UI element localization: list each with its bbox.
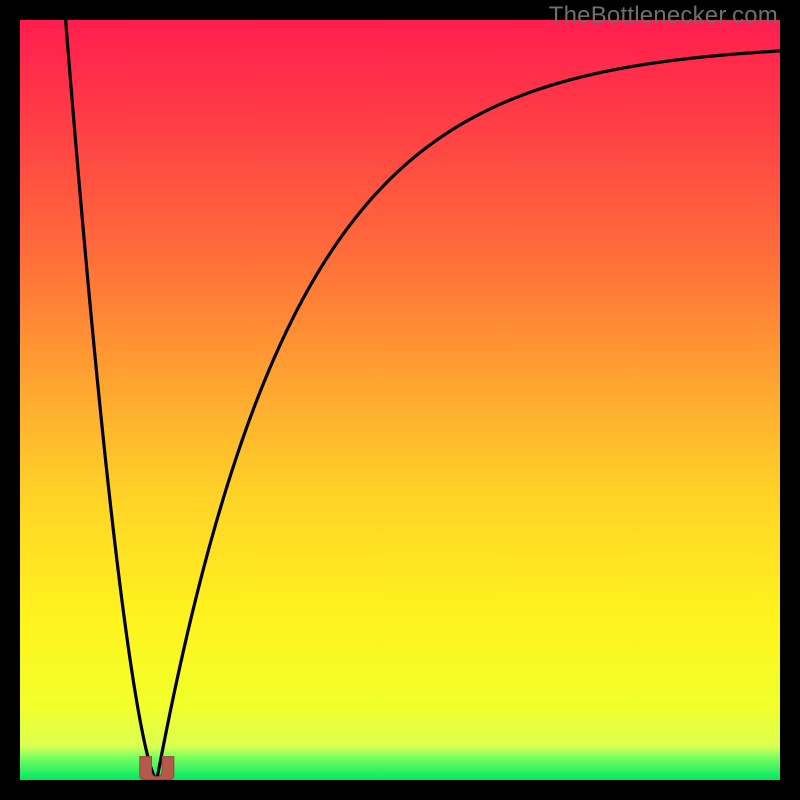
gradient-background [20,20,780,780]
green-band [20,746,780,780]
bottleneck-chart [20,20,780,780]
watermark-text: TheBottlenecker.com [549,2,778,30]
chart-frame: TheBottlenecker.com [0,0,800,800]
